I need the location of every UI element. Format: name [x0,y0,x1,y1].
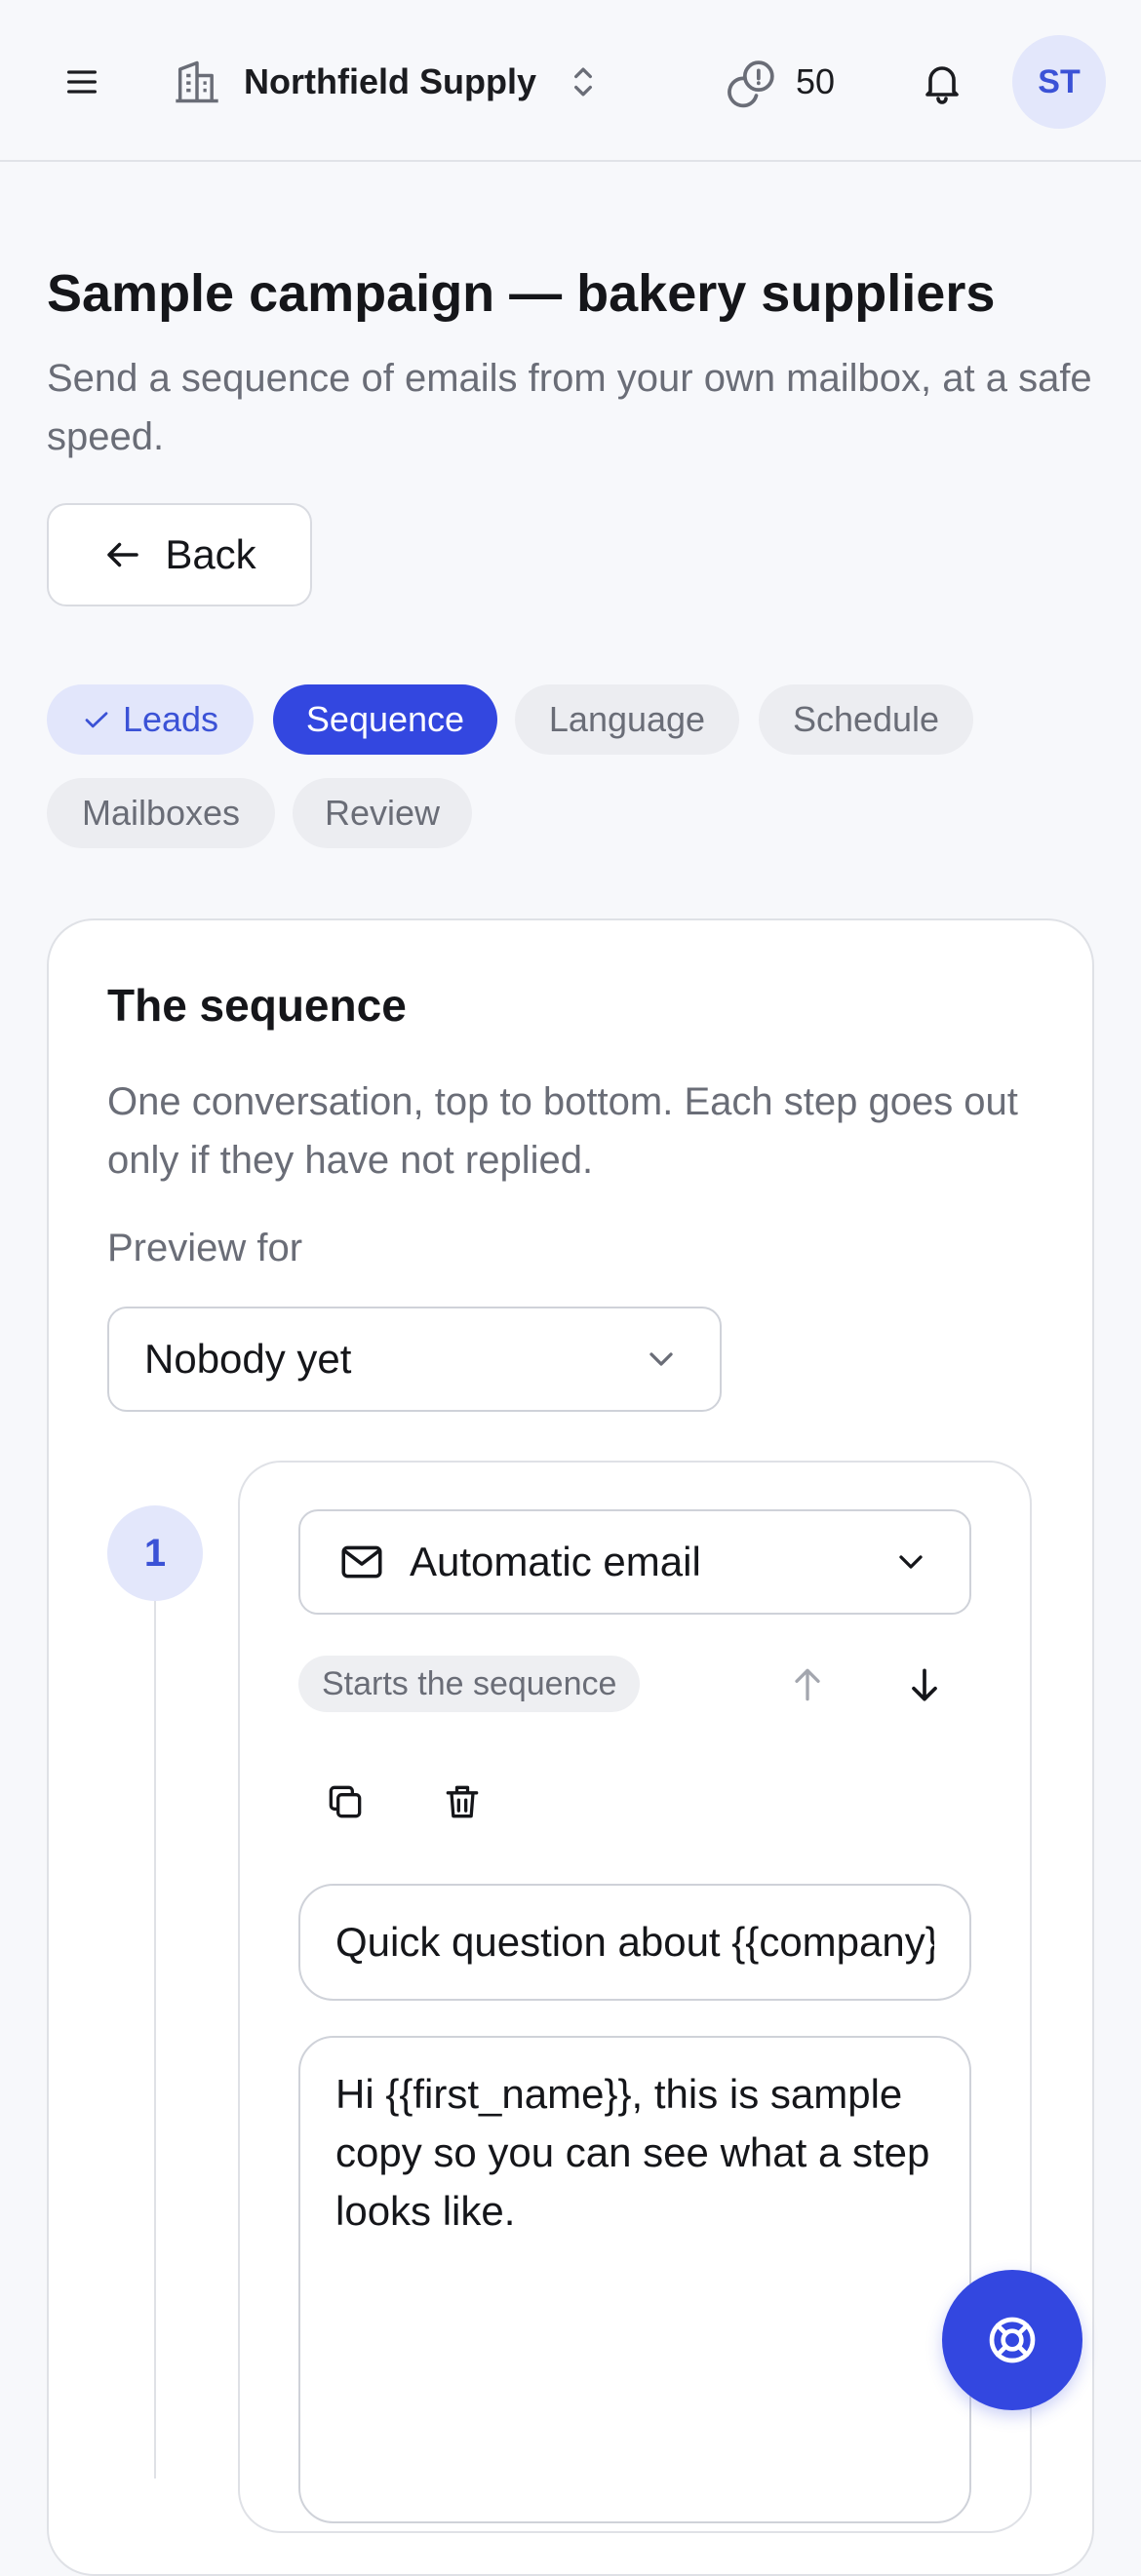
check-icon [85,712,108,728]
arrow-up-icon[interactable] [772,1650,843,1720]
step-number: 1 [107,1505,203,1601]
tab-sequence[interactable]: Sequence [273,684,497,755]
mail-icon [341,1545,382,1579]
sequence-title: The sequence [107,980,407,1031]
chevron-down-icon [899,1555,923,1569]
tab-label: Review [324,793,441,833]
step-type-value: Automatic email [410,1539,701,1584]
step-type-select[interactable]: Automatic email [298,1509,971,1615]
preview-select[interactable]: Nobody yet [107,1307,722,1412]
avatar[interactable]: ST [1012,35,1106,129]
step-position-badge: Starts the sequence [298,1656,641,1712]
page-subtitle: Send a sequence of emails from your own … [47,357,1092,458]
back-button-label: Back [165,531,256,577]
arrow-down-icon[interactable] [889,1650,960,1720]
org-name: Northfield Supply [244,61,536,101]
back-button[interactable]: Back [47,503,312,606]
top-bar: Northfield Supply 50 ST [0,0,1141,162]
org-switcher[interactable]: Northfield Supply [172,45,605,119]
coins-icon [728,60,774,108]
tab-label: Schedule [792,699,940,739]
preview-select-value: Nobody yet [144,1336,352,1382]
hamburger-menu-icon[interactable] [49,49,115,115]
tab-review[interactable]: Review [293,778,472,848]
page-title: Sample campaign — bakery suppliers [47,264,996,323]
arrow-left-icon [107,542,139,567]
building-icon [176,60,218,103]
credits-counter[interactable]: 50 [726,51,835,113]
tab-label: Sequence [305,699,465,739]
tab-mailboxes[interactable]: Mailboxes [47,778,275,848]
help-button[interactable] [942,2270,1082,2410]
chevron-down-icon [649,1352,673,1366]
tab-label: Mailboxes [81,793,241,833]
tab-label: Language [548,699,706,739]
preview-label: Preview for [107,1227,303,1269]
credits-count: 50 [796,61,836,101]
trash-icon[interactable] [427,1767,497,1837]
step-connector-line [154,1601,156,2478]
tab-schedule[interactable]: Schedule [759,684,973,755]
tab-leads[interactable]: Leads [47,684,254,755]
chevron-up-down-icon [574,67,592,97]
sequence-description: One conversation, top to bottom. Each st… [107,1080,1018,1182]
subject-input[interactable] [298,1884,971,2001]
copy-icon[interactable] [310,1767,380,1837]
email-body-textarea[interactable]: Hi {{first_name}}, this is sample copy s… [298,2036,971,2523]
tab-language[interactable]: Language [515,684,739,755]
bell-icon[interactable] [913,51,971,113]
tab-label: Leads [122,699,219,739]
lifebuoy-icon [989,2317,1036,2363]
